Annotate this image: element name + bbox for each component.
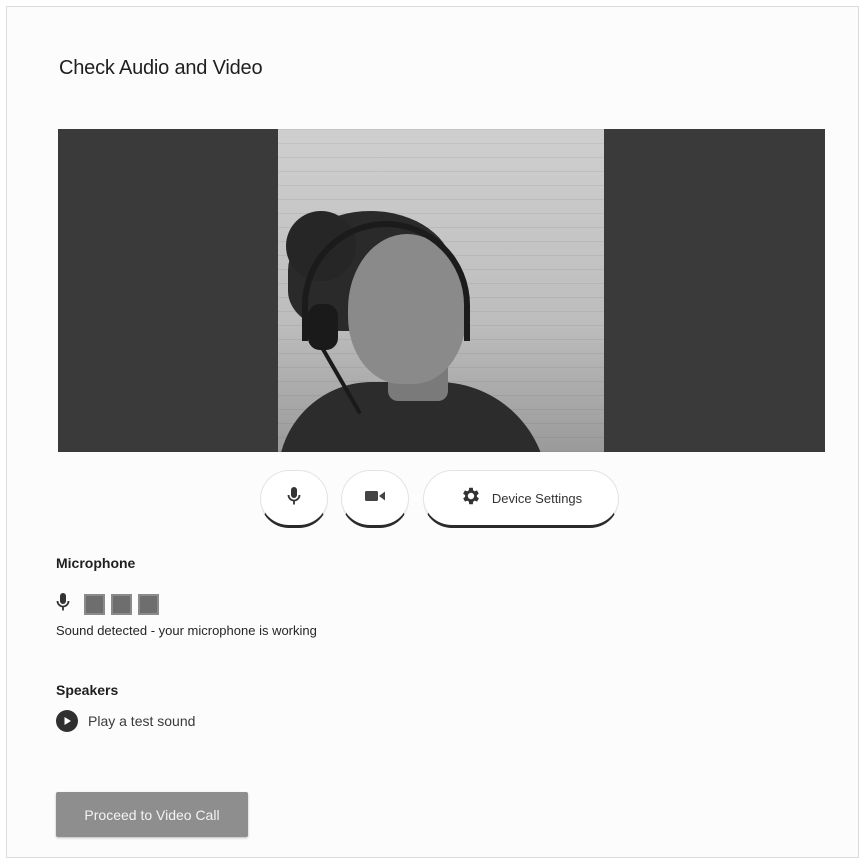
level-segment [84, 593, 105, 615]
microphone-level-meter [56, 591, 159, 617]
speakers-heading: Speakers [56, 682, 119, 698]
level-segment [138, 593, 159, 615]
microphone-status: Sound detected - your microphone is work… [56, 623, 317, 638]
video-camera-icon [365, 489, 385, 507]
device-settings-button[interactable]: Device Settings [423, 470, 619, 528]
media-controls: Device Settings [0, 470, 867, 530]
device-settings-label: Device Settings [491, 490, 583, 506]
microphone-icon [56, 592, 70, 617]
play-test-sound-button[interactable]: Play a test sound [56, 710, 195, 732]
gear-icon [460, 485, 482, 512]
mute-microphone-button[interactable] [260, 470, 328, 528]
level-segment [111, 593, 132, 615]
video-preview [58, 129, 825, 452]
page-title: Check Audio and Video [59, 57, 263, 79]
toggle-camera-button[interactable] [341, 470, 409, 528]
play-icon [56, 710, 78, 732]
play-test-sound-label: Play a test sound [88, 713, 196, 729]
camera-feed [278, 129, 604, 452]
microphone-heading: Microphone [56, 555, 136, 571]
proceed-to-video-call-button[interactable]: Proceed to Video Call [56, 792, 248, 837]
microphone-icon [287, 486, 301, 511]
